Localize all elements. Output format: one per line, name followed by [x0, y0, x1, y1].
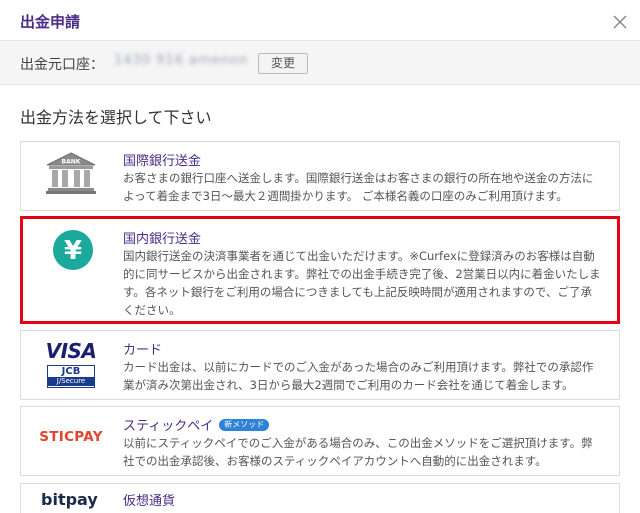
method-name-row: スティックペイ 新メソッド [123, 415, 270, 434]
bitpay-icon: bitpay [41, 490, 98, 509]
method-crypto[interactable]: bitpay 仮想通貨 [20, 483, 620, 513]
yen-symbol: ¥ [64, 236, 82, 266]
dialog-title: 出金申請 [20, 13, 81, 31]
jcb-logo-text: JCB [61, 366, 81, 377]
jcb-logo-subtext: J/Secure [48, 377, 94, 386]
change-account-button[interactable]: 変更 [258, 53, 308, 74]
source-account-value: 1430 916 amenon [114, 53, 249, 68]
yen-icon: ¥ [23, 230, 123, 270]
new-method-badge: 新メソッド [219, 418, 270, 431]
bank-icon: BANK [21, 151, 121, 195]
method-sticpay[interactable]: STICPAY スティックペイ 新メソッド 以前にスティックペイでのご入金がある… [20, 406, 620, 476]
jcb-logo: JCB J/Secure [47, 365, 95, 388]
sticpay-icon: STICPAY [21, 429, 121, 445]
method-description: カード出金は、以前にカードでのご入金があった場合のみご利用頂けます。弊社での承認… [123, 360, 594, 392]
method-name: 国内銀行送金 [123, 232, 202, 247]
dialog-header: 出金申請 [0, 0, 640, 41]
close-icon[interactable] [612, 14, 628, 30]
method-description: 以前にスティックペイでのご入金がある場合のみ、この出金メソッドをご選択頂けます。… [123, 436, 593, 468]
visa-jcb-icon: VISA JCB J/Secure [21, 339, 121, 388]
method-name: 仮想通貨 [123, 494, 176, 509]
method-card[interactable]: VISA JCB J/Secure カード カード出金は、以前にカードでのご入金… [20, 330, 620, 400]
method-name: 国際銀行送金 [123, 154, 202, 169]
source-account-row: 出金元口座： 1430 916 amenon 変更 [0, 41, 640, 85]
method-description: 国内銀行送金の決済事業者を通じて出金いただけます。※Curfexに登録済みのお客… [123, 249, 601, 317]
bank-icon-label: BANK [62, 159, 81, 166]
method-name: カード [123, 343, 163, 358]
method-domestic-bank[interactable]: ¥ 国内銀行送金 国内銀行送金の決済事業者を通じて出金いただけます。※Curfe… [20, 216, 620, 324]
sticpay-logo: STICPAY [39, 429, 103, 445]
method-international-bank[interactable]: BANK 国際銀行送金 お客さまの銀行口座へ送金します。国際銀行送金はお客さまの… [20, 141, 620, 211]
section-title: 出金方法を選択して下さい [20, 108, 212, 127]
method-description: お客さまの銀行口座へ送金します。国際銀行送金はお客さまの銀行の所在地や送金の方法… [123, 171, 594, 203]
visa-logo: VISA [45, 339, 97, 363]
method-name: スティックペイ [123, 419, 214, 434]
source-account-label: 出金元口座： [20, 57, 104, 73]
